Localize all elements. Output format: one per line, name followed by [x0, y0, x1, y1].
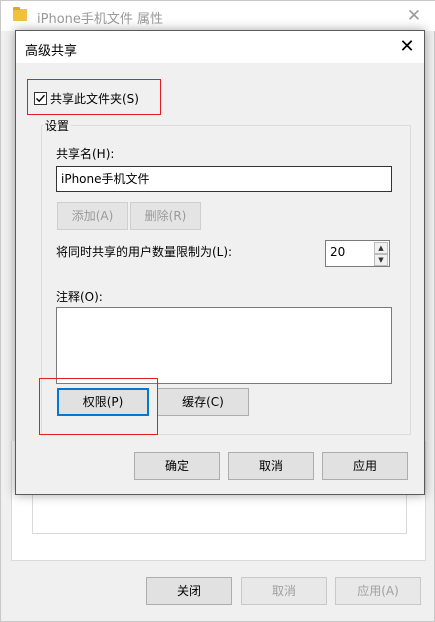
user-limit-spinner[interactable]: 20 ▲ ▼ [325, 240, 390, 267]
dialog-title: 高级共享 [25, 44, 78, 59]
checkbox-checked-icon[interactable] [34, 91, 47, 105]
dialog-titlebar: 高级共享 ✕ [16, 31, 424, 63]
dialog-close-icon[interactable]: ✕ [396, 36, 418, 58]
properties-title: iPhone手机文件 属性 [37, 12, 164, 27]
share-folder-label[interactable]: 共享此文件夹(S) [50, 90, 139, 107]
share-name-input[interactable]: iPhone手机文件 [56, 166, 392, 192]
ok-button[interactable]: 确定 [134, 452, 220, 480]
permissions-button[interactable]: 权限(P) [57, 388, 149, 416]
settings-group-label: 设置 [43, 117, 72, 134]
add-button[interactable]: 添加(A) [57, 202, 128, 230]
close-icon[interactable]: ✕ [404, 6, 424, 26]
spin-down-icon[interactable]: ▼ [374, 254, 388, 266]
properties-apply-button[interactable]: 应用(A) [335, 577, 421, 605]
spin-up-icon[interactable]: ▲ [374, 242, 388, 254]
share-name-label: 共享名(H): [56, 147, 115, 161]
caching-button[interactable]: 缓存(C) [157, 388, 249, 416]
remove-button[interactable]: 删除(R) [130, 202, 201, 230]
user-limit-label: 将同时共享的用户数量限制为(L): [56, 245, 233, 259]
folder-icon [13, 7, 27, 21]
properties-cancel-button[interactable]: 取消 [241, 577, 327, 605]
cancel-button[interactable]: 取消 [228, 452, 314, 480]
apply-button[interactable]: 应用 [322, 452, 408, 480]
close-button[interactable]: 关闭 [146, 577, 232, 605]
share-folder-checkbox[interactable]: 共享此文件夹(S) [34, 89, 139, 107]
advanced-sharing-dialog: 高级共享 ✕ 共享此文件夹(S) 设置 共享名(H): iPhone手机文件 添… [15, 30, 425, 495]
user-limit-value[interactable]: 20 [330, 245, 345, 259]
properties-titlebar: iPhone手机文件 属性 ✕ [1, 1, 435, 31]
comment-label: 注释(O): [56, 290, 103, 304]
comment-textarea[interactable] [56, 307, 392, 384]
